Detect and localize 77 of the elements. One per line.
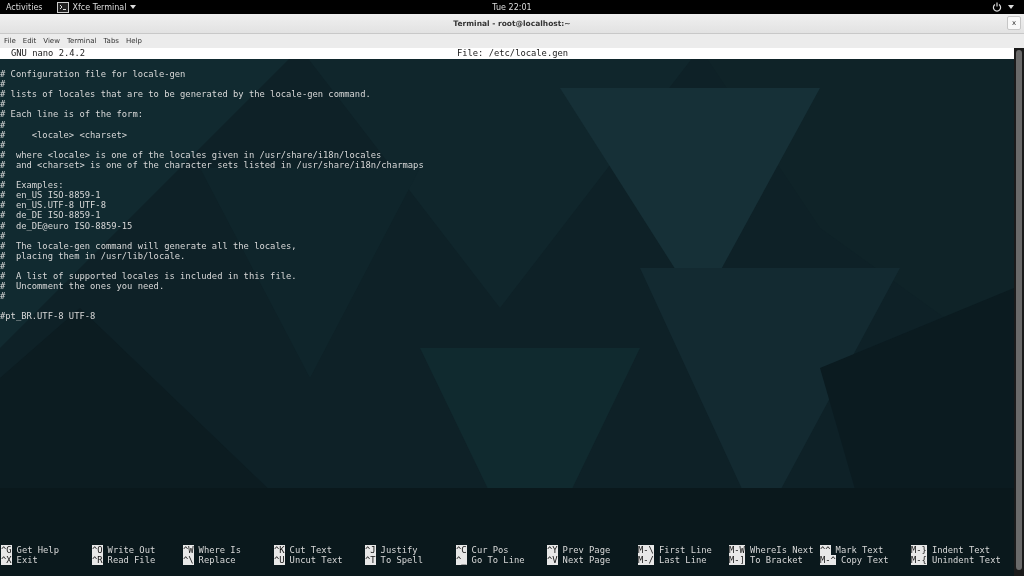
file-line: # [0,291,6,302]
shortcut-label: To Spell [380,554,423,565]
shortcut-label: Cut Text [289,544,332,555]
shortcut-key: ^R [92,554,103,565]
file-line: # <locale> <charset> [0,129,128,140]
shortcut-label: Write Out [107,544,156,555]
shortcut-label: Copy Text [840,554,889,565]
shortcut-key: ^U [274,554,285,565]
shortcut-key: ^J [365,544,376,555]
shortcut-key: M-/ [638,554,654,565]
shortcut-label: Indent Text [931,544,991,555]
file-line: # [0,139,6,150]
shortcut-label: Go To Line [471,554,525,565]
file-line: # placing them in /usr/lib/locale. [0,250,186,261]
shortcut-label: Unindent Text [931,554,1001,565]
file-line: # de_DE ISO-8859-1 [0,210,101,221]
file-line: # [0,119,6,130]
file-line: # [0,99,6,110]
shortcut-key: ^X [1,554,12,565]
file-line: # Configuration file for locale-gen [0,69,186,80]
shortcut-key: M-^ [820,554,836,565]
file-line: # The locale-gen command will generate all the locales, [0,240,297,251]
file-name: File: /etc/locale.gen [456,48,569,59]
shortcut-label: WhereIs Next [749,544,814,555]
file-line: # [0,260,6,271]
shortcut-key: ^C [456,544,467,555]
file-line: # [0,230,6,241]
shortcut-key: ^Y [547,544,558,555]
shortcut-key: ^\ [183,554,194,565]
shortcut-key: ^G [1,544,12,555]
shortcut-label: Uncut Text [289,554,343,565]
caret-icon[interactable] [1008,5,1014,9]
shortcut-key: M-] [729,554,745,565]
shortcut-key: ^_ [456,554,467,565]
power-icon[interactable] [992,2,1002,12]
shortcut-key: M-\ [638,544,654,555]
file-line: # en_US ISO-8859-1 [0,190,101,201]
app-menu[interactable]: Xfce Terminal [72,2,127,12]
shortcut-label: Cur Pos [471,544,509,555]
shortcut-key: ^T [365,554,376,565]
file-line: # A list of supported locales is included in this file. [0,270,297,281]
file-line: # where <locale> is one of the locales given in /usr/share/i18n/locales [0,149,382,160]
shortcut-label: Get Help [16,544,59,555]
shortcut-label: Mark Text [835,544,884,555]
shortcut-label: Exit [16,554,38,565]
shortcut-key: ^W [183,544,194,555]
caret-icon[interactable] [130,5,137,9]
shortcut-label: Where Is [198,544,241,555]
file-line: # [0,79,6,90]
file-line: # de_DE@euro ISO-8859-15 [0,220,133,231]
shortcut-key: M-} [911,544,927,555]
shortcut-key: ^V [547,554,558,565]
shortcut-key: ^K [274,544,285,555]
scrollbar-thumb[interactable] [1016,50,1022,570]
file-line: # and <charset> is one of the character sets listed in /usr/share/i18n/charmaps [0,159,424,170]
shortcut-label: Next Page [562,554,611,565]
file-line: # Examples: [0,180,64,191]
shortcut-key: M-W [729,544,745,555]
shortcut-label: Read File [107,554,156,565]
shortcut-key: ^O [92,544,103,555]
clock[interactable]: Tue 22:01 [492,2,532,12]
shortcut-label: Last Line [658,554,707,565]
file-line: # lists of locales that are to be generated by the locale-gen command. [0,89,371,100]
shortcut-label: To Bracket [749,554,803,565]
shortcut-key: ^^ [820,544,831,555]
nano-version: GNU nano 2.4.2 [11,48,87,59]
shortcut-label: Replace [198,554,236,565]
shortcut-label: Justify [380,544,418,555]
activities-button[interactable]: Activities [6,2,43,12]
file-line: # [0,170,6,181]
shortcut-key: M-{ [911,554,927,565]
file-line: #pt_BR.UTF-8 UTF-8 [0,311,96,322]
file-line: # Uncomment the ones you need. [0,281,165,292]
file-line: # Each line is of the form: [0,109,143,120]
shortcut-label: Prev Page [562,544,611,555]
shortcut-label: First Line [658,544,712,555]
file-line: # en_US.UTF-8 UTF-8 [0,200,106,211]
